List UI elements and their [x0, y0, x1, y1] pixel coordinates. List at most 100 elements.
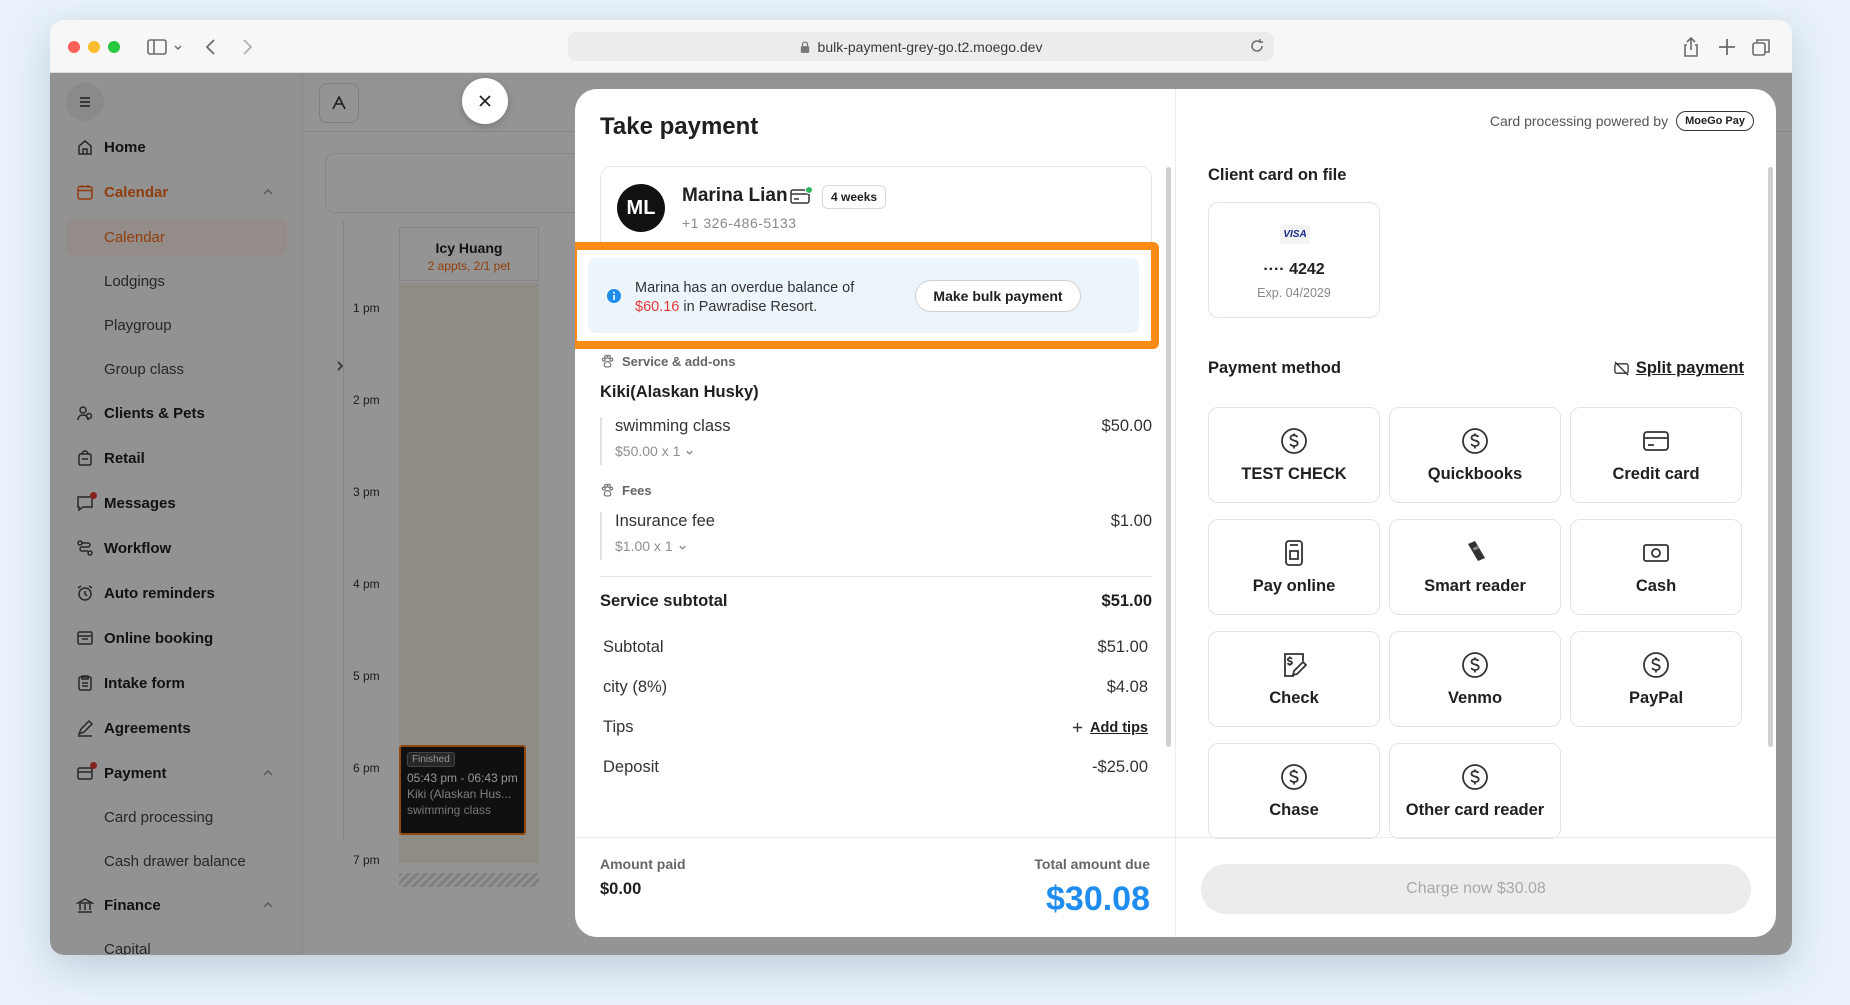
dollar-circle-icon [1462, 428, 1488, 454]
tab-overview-icon[interactable] [1750, 36, 1772, 58]
method-label: PayPal [1628, 689, 1684, 707]
make-bulk-payment-button[interactable]: Make bulk payment [915, 280, 1081, 312]
fee-line[interactable]: Insurance fee $1.00 x 1 $1.00 [600, 512, 1152, 560]
method-label: Credit card [1612, 465, 1700, 483]
method-label: TEST CHECK [1241, 465, 1347, 483]
method-label: Check [1269, 689, 1319, 707]
deposit-row: Deposit -$25.00 [603, 758, 1148, 777]
method-label: Cash [1635, 577, 1677, 595]
split-payment-label: Split payment [1635, 359, 1744, 377]
payment-method-panel: Card processing powered by MoeGo Pay Cli… [1175, 89, 1776, 937]
method-credit-card[interactable]: Credit card [1570, 407, 1742, 503]
address-bar[interactable]: bulk-payment-grey-go.t2.moego.dev [568, 32, 1274, 61]
method-paypal[interactable]: PayPal [1570, 631, 1742, 727]
credit-card-icon [1643, 431, 1669, 451]
service-amount: $50.00 [1101, 417, 1152, 435]
scrollbar[interactable] [1768, 167, 1773, 747]
fee-price-text: $1.00 x 1 [615, 538, 673, 554]
subtotal-row: Subtotal $51.00 [603, 638, 1148, 657]
total-due-value: $30.08 [1046, 880, 1150, 918]
method-quickbooks[interactable]: Quickbooks [1389, 407, 1561, 503]
powered-by-text: Card processing powered by [1489, 113, 1669, 129]
pet-name: Kiki(Alaskan Husky) [600, 383, 759, 401]
pay-online-icon [1285, 540, 1303, 566]
tax-label: city (8%) [603, 678, 668, 696]
deposit-value: -$25.00 [1092, 758, 1148, 776]
saved-card[interactable]: VISA ···· 4242 Exp. 04/2029 [1208, 202, 1380, 318]
payment-method-label: Payment method [1208, 359, 1341, 377]
dollar-circle-icon [1462, 764, 1488, 790]
paw-icon [600, 354, 615, 369]
add-tips-label: Add tips [1090, 719, 1148, 736]
overdue-text: Marina has an overdue balance of [635, 280, 855, 296]
cash-icon [1643, 544, 1669, 562]
method-other-card-reader[interactable]: Other card reader [1389, 743, 1561, 839]
split-icon [1613, 360, 1630, 377]
info-icon [606, 288, 622, 304]
tips-row: Tips Add tips [603, 718, 1148, 737]
reload-icon[interactable] [1248, 37, 1266, 55]
service-price[interactable]: $50.00 x 1 [615, 443, 1152, 459]
tips-label: Tips [603, 718, 634, 736]
close-icon [476, 92, 494, 110]
back-icon[interactable] [200, 36, 222, 58]
method-test-check[interactable]: TEST CHECK [1208, 407, 1380, 503]
subtotal-label: Subtotal [603, 638, 664, 656]
plus-icon [1071, 721, 1084, 734]
section-label: Fees [622, 483, 652, 498]
method-venmo[interactable]: Venmo [1389, 631, 1561, 727]
dollar-circle-icon [1462, 652, 1488, 678]
url-text: bulk-payment-grey-go.t2.moego.dev [817, 38, 1043, 55]
maximize-window-button[interactable] [108, 41, 120, 53]
card-reader-icon [1468, 541, 1485, 561]
close-window-button[interactable] [68, 41, 80, 53]
service-line[interactable]: swimming class $50.00 x 1 $50.00 [600, 417, 1152, 465]
payment-footer: Amount paid $0.00 Total amount due $30.0… [575, 837, 1175, 937]
dollar-circle-icon [1281, 764, 1307, 790]
service-subtotal-value: $51.00 [1101, 592, 1152, 610]
payment-summary-panel: Take payment ML Marina Lian 4 weeks +1 3… [575, 89, 1175, 937]
dollar-circle-icon [1643, 652, 1669, 678]
client-phone: +1 326-486-5133 [682, 215, 797, 231]
fees-section-header: Fees [600, 483, 652, 498]
fee-name: Insurance fee [615, 512, 715, 530]
method-label: Other card reader [1405, 801, 1545, 819]
chevron-down-icon [684, 447, 695, 458]
add-tips-button[interactable]: Add tips [1071, 718, 1148, 737]
amount-paid-value: $0.00 [600, 880, 642, 898]
client-name[interactable]: Marina Lian [682, 185, 788, 207]
close-modal-button[interactable] [462, 78, 508, 124]
method-pay-online[interactable]: Pay online [1208, 519, 1380, 615]
minimize-window-button[interactable] [88, 41, 100, 53]
deposit-label: Deposit [603, 758, 659, 776]
card-on-file-icon [789, 186, 813, 206]
chevron-down-icon [677, 542, 688, 553]
method-label: Venmo [1447, 689, 1503, 707]
card-expiry: Exp. 04/2029 [1257, 286, 1331, 300]
split-payment-button[interactable]: Split payment [1613, 359, 1744, 378]
charge-now-button[interactable]: Charge now $30.08 [1201, 864, 1751, 914]
method-smart-reader[interactable]: Smart reader [1389, 519, 1561, 615]
subtotal-value: $51.00 [1097, 638, 1148, 656]
forward-icon[interactable] [236, 36, 258, 58]
overdue-text-end: in Pawradise Resort. [679, 299, 818, 315]
browser-titlebar: bulk-payment-grey-go.t2.moego.dev [50, 20, 1792, 73]
take-payment-modal: Take payment ML Marina Lian 4 weeks +1 3… [575, 89, 1776, 937]
chevron-down-icon[interactable] [172, 36, 184, 58]
service-subtotal-row: Service subtotal $51.00 [600, 592, 1152, 611]
method-label: Smart reader [1424, 577, 1526, 595]
section-label: Service & add-ons [622, 354, 736, 369]
dollar-circle-icon [1281, 428, 1307, 454]
new-tab-icon[interactable] [1716, 36, 1738, 58]
frequency-badge: 4 weeks [822, 185, 887, 209]
method-check[interactable]: Check [1208, 631, 1380, 727]
lock-icon [800, 40, 810, 53]
method-cash[interactable]: Cash [1570, 519, 1742, 615]
card-number: ···· 4242 [1263, 261, 1325, 278]
scrollbar[interactable] [1166, 167, 1171, 747]
method-chase[interactable]: Chase [1208, 743, 1380, 839]
service-subtotal-label: Service subtotal [600, 592, 728, 610]
fee-price[interactable]: $1.00 x 1 [615, 538, 1152, 554]
sidebar-toggle-icon[interactable] [146, 36, 168, 58]
share-icon[interactable] [1680, 36, 1702, 58]
